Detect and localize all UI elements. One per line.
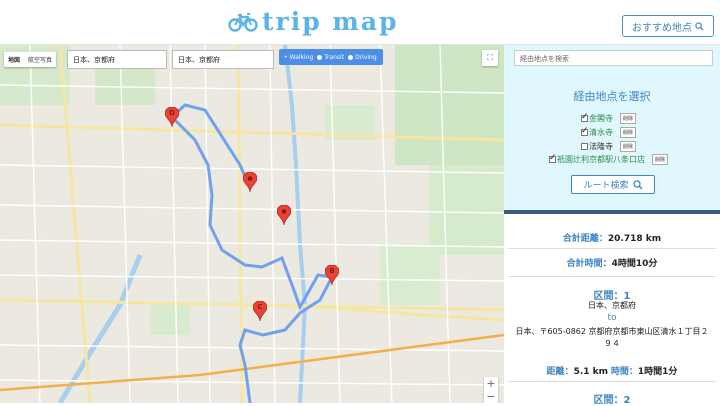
fullscreen-button[interactable]: ⛶: [482, 50, 498, 66]
map-marker-b[interactable]: B: [324, 264, 340, 286]
waypoint-item[interactable]: 清水寺 削除: [581, 126, 637, 138]
logo-text: trip map: [262, 7, 399, 36]
total-distance-row: 合計距離：20.718 km: [504, 231, 720, 244]
waypoint-name: 法隆寺: [589, 142, 613, 151]
map-marker-d[interactable]: D: [164, 106, 180, 128]
recommend-label: おすすめ地点: [632, 22, 692, 34]
section-distance-value: 5.1 km: [573, 367, 609, 377]
separator: [508, 381, 716, 382]
total-time-label: 合計時間：: [566, 259, 612, 269]
recommend-spots-button[interactable]: おすすめ地点: [622, 15, 714, 37]
section-to-word: to: [607, 313, 617, 323]
fullscreen-icon: ⛶: [487, 53, 493, 62]
total-distance-value: 20.718 km: [607, 234, 662, 244]
separator: [508, 248, 716, 249]
panel-divider: [504, 210, 720, 214]
app-logo[interactable]: trip map: [228, 8, 399, 36]
radio-icon: •: [284, 53, 288, 61]
section-to-address: 日本、〒605-0862 京都府京都市東山区清水１丁目２９４: [515, 327, 709, 348]
map-pin-icon: [276, 204, 292, 226]
map-marker-c[interactable]: C: [252, 300, 268, 322]
section-from: 日本、京都府: [588, 301, 636, 310]
total-time-value: 4時間10分: [611, 259, 658, 269]
delete-button[interactable]: 削除: [620, 141, 637, 152]
route-map[interactable]: 地図 航空写真 日本、京都府 日本、京都府 • Walking Transit D…: [0, 45, 504, 403]
waypoint-search-input[interactable]: 経由地点を検索: [514, 50, 713, 66]
section-distance-label: 距離：: [546, 367, 574, 377]
waypoint-select-title: 経由地点を選択: [573, 90, 651, 103]
mode-transit[interactable]: Transit: [317, 54, 344, 61]
destination-input[interactable]: 日本、京都府: [172, 50, 274, 69]
zoom-control[interactable]: + −: [484, 377, 498, 403]
delete-button[interactable]: 削除: [620, 113, 637, 124]
app-header: trip map おすすめ地点: [0, 0, 720, 45]
map-type-satellite[interactable]: 航空写真: [24, 52, 56, 67]
total-distance-label: 合計距離：: [562, 234, 608, 244]
map-pin-icon: [242, 171, 258, 193]
zoom-out-button[interactable]: −: [484, 390, 498, 403]
mode-driving[interactable]: Driving: [348, 54, 377, 61]
waypoint-checkbox[interactable]: [549, 153, 557, 163]
section-time-label: 時間：: [610, 367, 638, 377]
waypoint-name: 金閣寺: [589, 114, 613, 123]
radio-icon: [317, 54, 323, 60]
map-marker-waypoint[interactable]: [276, 204, 292, 226]
map-type-map[interactable]: 地図: [4, 52, 24, 67]
waypoint-checkbox[interactable]: [581, 143, 588, 150]
separator: [508, 276, 716, 277]
section-2-label: 区間：2: [593, 395, 631, 406]
section-distance-row: 距離：5.1 km 時間：1時間1分: [504, 364, 720, 377]
waypoint-checkbox[interactable]: [581, 126, 589, 136]
origin-input[interactable]: 日本、京都府: [67, 50, 167, 69]
section-time-value: 1時間1分: [637, 367, 678, 377]
radio-icon: [348, 54, 354, 60]
bicycle-icon: [228, 13, 258, 32]
travel-mode-selector[interactable]: • Walking Transit Driving: [279, 49, 383, 65]
delete-button[interactable]: 削除: [620, 127, 637, 138]
waypoint-item[interactable]: 祇園辻利京都駅八条口店 削除: [549, 153, 669, 165]
route-search-label: ルート検索: [583, 181, 629, 191]
total-time-row: 合計時間：4時間10分: [504, 256, 720, 269]
mode-walking[interactable]: • Walking: [284, 54, 313, 61]
delete-button[interactable]: 削除: [652, 154, 669, 165]
map-canvas[interactable]: [0, 45, 504, 403]
waypoint-item[interactable]: 法隆寺 削除: [581, 141, 637, 152]
zoom-in-button[interactable]: +: [484, 377, 498, 390]
waypoint-name: 清水寺: [589, 128, 613, 137]
waypoint-checkbox[interactable]: [581, 112, 589, 122]
waypoint-item[interactable]: 金閣寺 削除: [581, 112, 637, 124]
map-type-control[interactable]: 地図 航空写真: [4, 52, 57, 67]
waypoint-name: 祇園辻利京都駅八条口店: [557, 155, 645, 164]
search-icon: [695, 21, 704, 31]
search-icon: [632, 179, 642, 189]
map-marker-waypoint[interactable]: [242, 171, 258, 193]
route-search-button[interactable]: ルート検索: [571, 175, 655, 194]
